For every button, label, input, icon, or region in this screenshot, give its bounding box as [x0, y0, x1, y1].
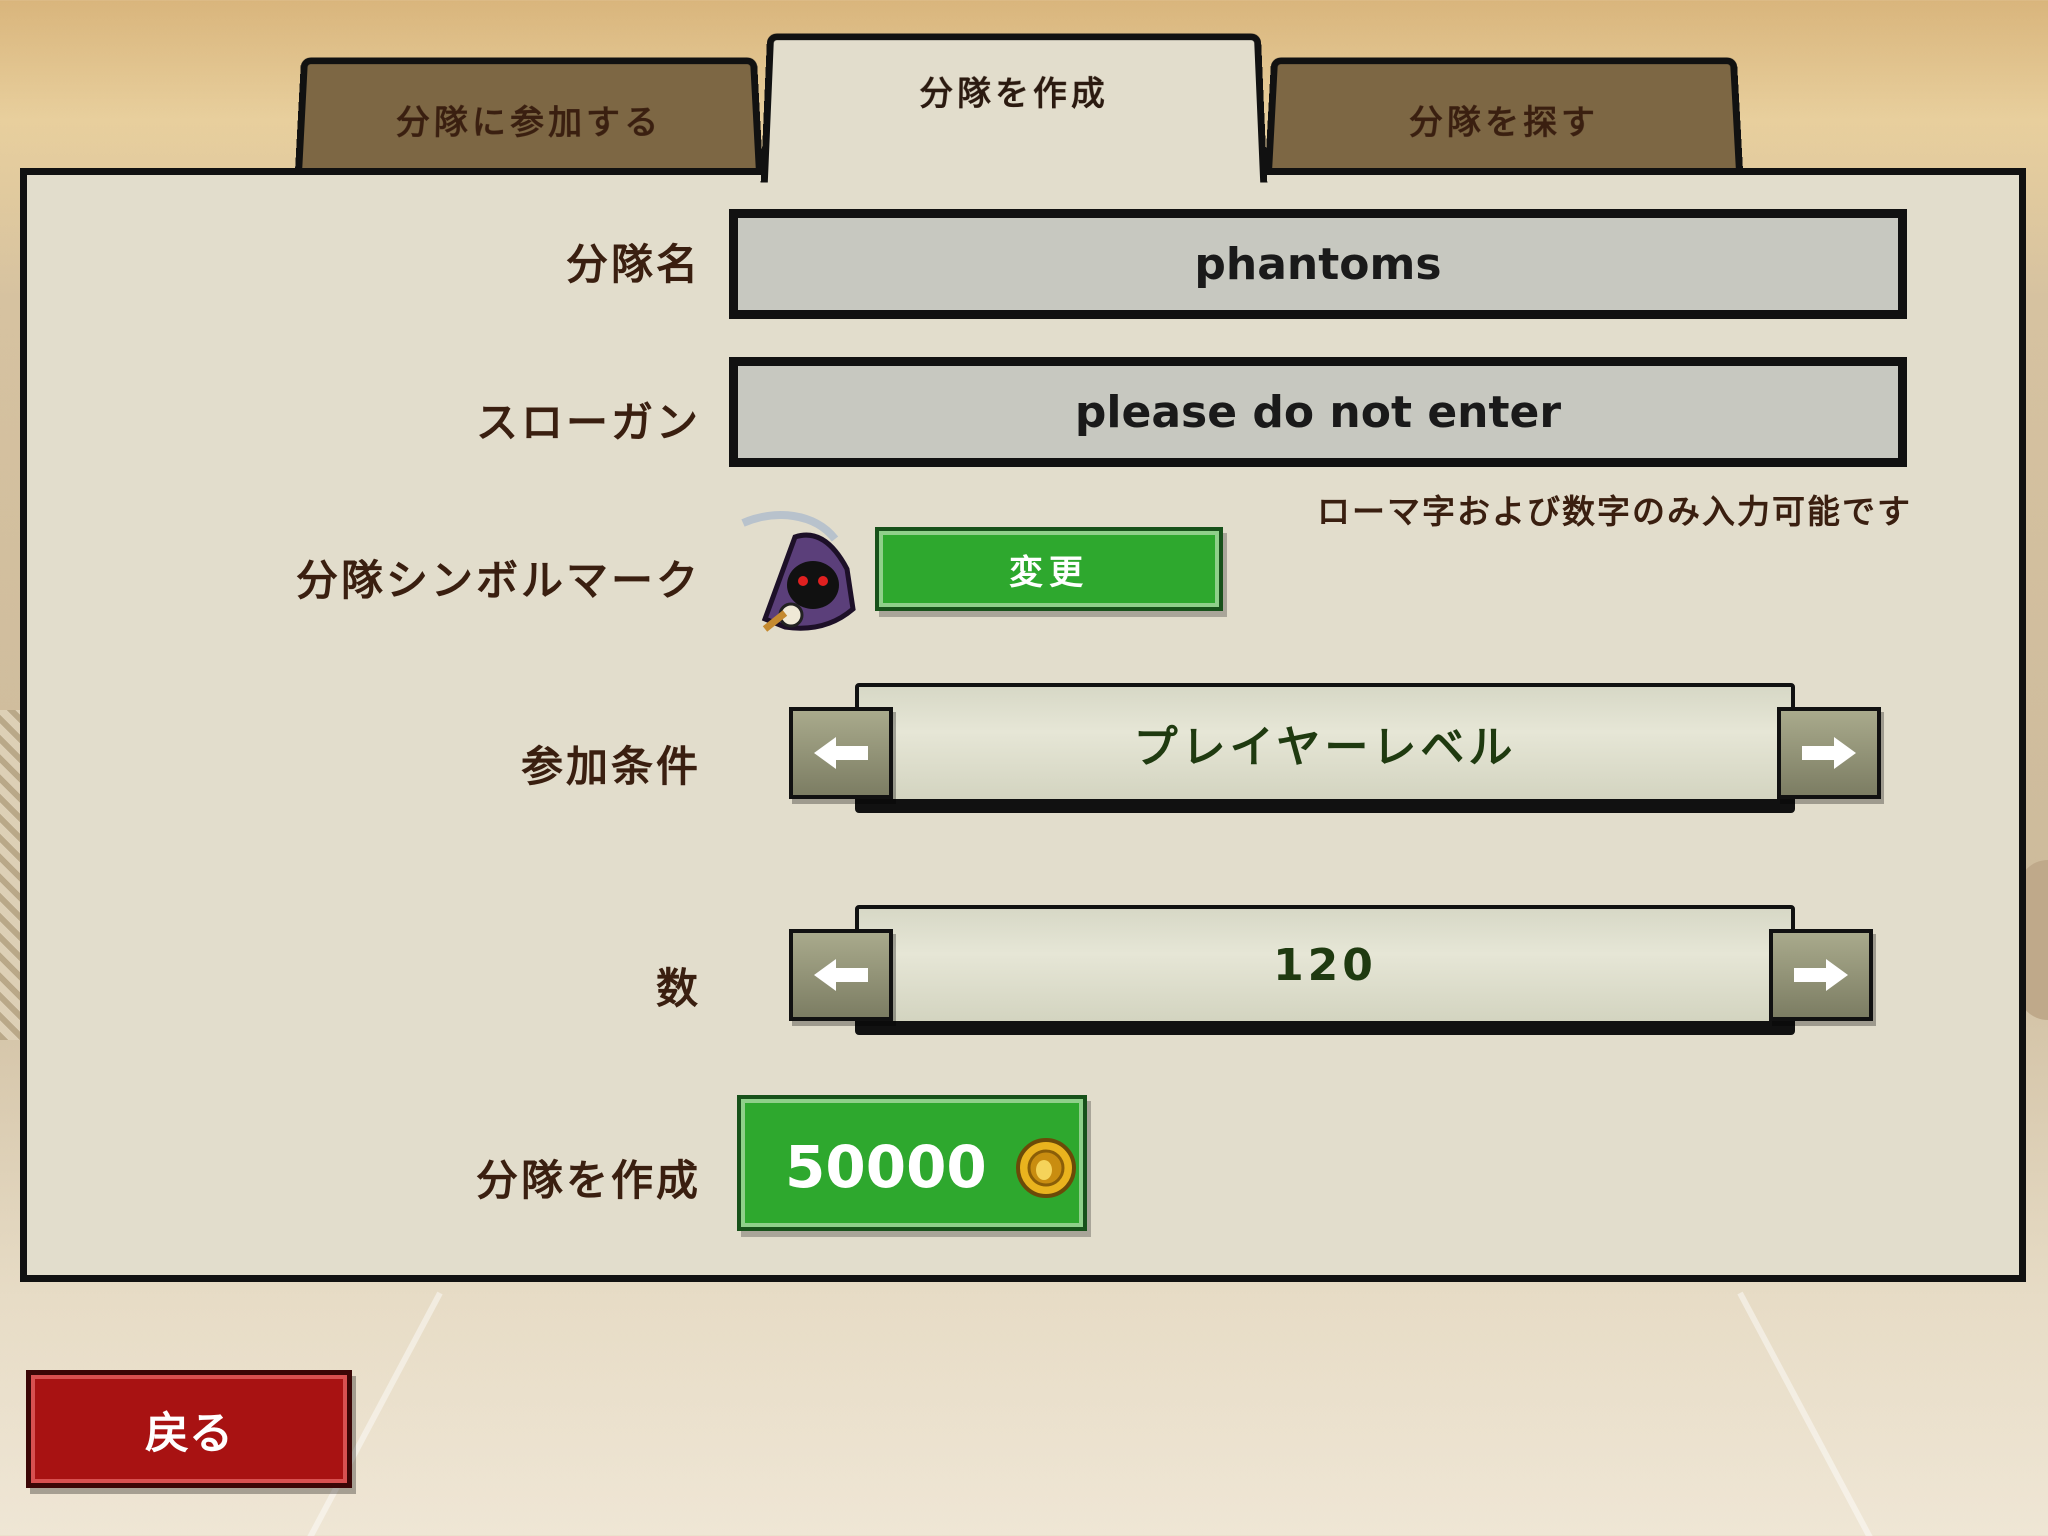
back-button-label: 戻る: [145, 1408, 233, 1459]
gold-coin-icon: [1016, 1138, 1076, 1198]
join-condition-label: 参加条件: [520, 742, 701, 791]
arrow-right-icon: [1794, 959, 1848, 991]
join-condition-selector: プレイヤーレベル: [785, 683, 1909, 813]
ground-line: [1737, 1291, 1898, 1536]
number-value: 120: [855, 905, 1795, 1035]
number-label: 数: [655, 964, 701, 1013]
tab-search-squad-label: 分隊を探す: [1408, 103, 1600, 143]
tab-join-squad[interactable]: 分隊に参加する: [294, 57, 764, 177]
tab-create-squad[interactable]: 分隊を作成: [760, 33, 1268, 183]
join-condition-value: プレイヤーレベル: [855, 683, 1795, 813]
squad-emblem-label: 分隊シンボルマーク: [295, 556, 701, 605]
create-squad-button[interactable]: 50000: [737, 1095, 1087, 1231]
back-button[interactable]: 戻る: [26, 1370, 352, 1488]
arrow-left-icon: [814, 737, 868, 769]
hooded-reaper-icon: [735, 509, 865, 639]
squad-name-label: 分隊名: [565, 240, 701, 289]
create-squad-label: 分隊を作成: [475, 1156, 701, 1205]
change-emblem-button[interactable]: 変更: [875, 527, 1223, 611]
number-selector: 120: [785, 905, 1909, 1035]
number-next-button[interactable]: [1769, 929, 1873, 1021]
create-squad-panel: 分隊名 phantoms スローガン please do not enter ロ…: [20, 168, 2026, 1282]
tab-join-squad-label: 分隊に参加する: [395, 103, 663, 143]
create-cost-value: 50000: [785, 1133, 987, 1201]
slogan-input[interactable]: please do not enter: [729, 357, 1907, 467]
arrow-left-icon: [814, 959, 868, 991]
slogan-label: スローガン: [475, 398, 701, 447]
tab-search-squad[interactable]: 分隊を探す: [1264, 57, 1744, 177]
number-prev-button[interactable]: [789, 929, 893, 1021]
tab-create-squad-label: 分隊を作成: [918, 74, 1110, 114]
condition-prev-button[interactable]: [789, 707, 893, 799]
squad-name-input[interactable]: phantoms: [729, 209, 1907, 319]
condition-next-button[interactable]: [1777, 707, 1881, 799]
input-hint-text: ローマ字および数字のみ入力可能です: [1317, 492, 1912, 531]
arrow-right-icon: [1802, 737, 1856, 769]
change-emblem-label: 変更: [1009, 552, 1089, 593]
